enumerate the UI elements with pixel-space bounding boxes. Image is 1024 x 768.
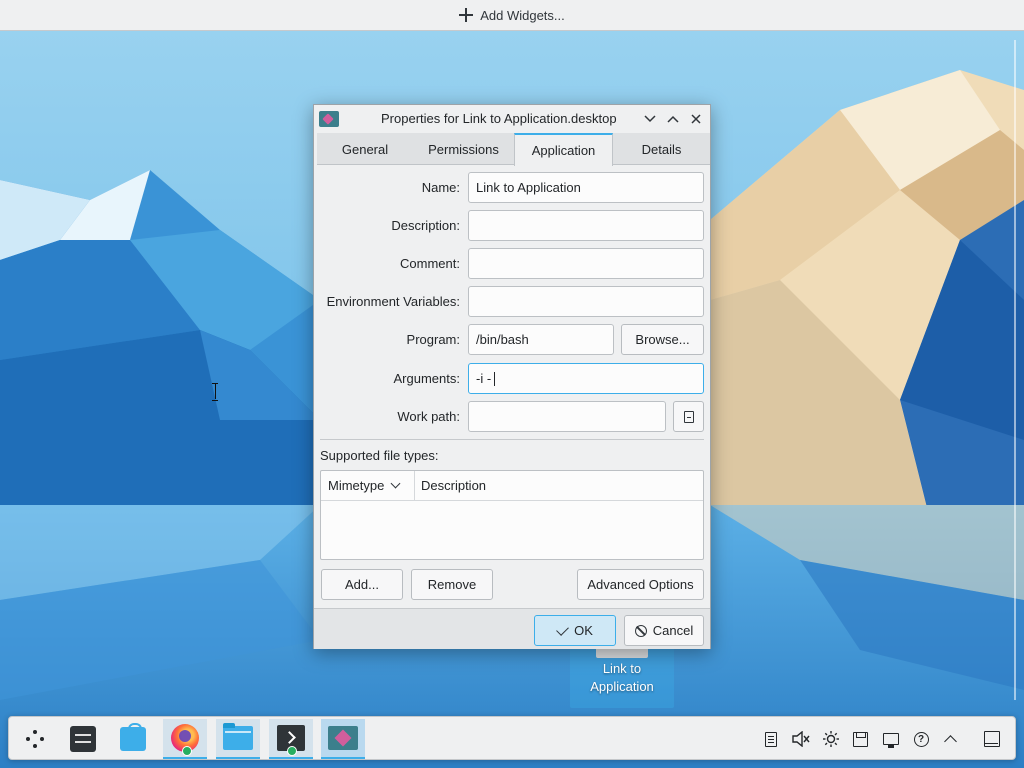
plus-icon [459,8,474,22]
dialog-button-box: OK Cancel [314,608,710,649]
taskbar-properties-dialog[interactable] [321,719,365,759]
taskbar-firefox[interactable] [163,719,207,759]
add-button[interactable]: Add... [321,569,403,600]
name-row: Name: Link to Application [314,172,710,204]
description-column-header[interactable]: Description [415,471,703,500]
text-caret [494,371,496,386]
work-path-label: Work path: [397,409,460,424]
network-icon [883,733,899,748]
name-label: Name: [421,180,460,195]
expand-tray-button[interactable] [940,729,960,749]
chevron-up-icon [667,115,679,123]
arguments-value: -i - [476,371,492,386]
show-desktop-icon [984,731,1000,747]
advanced-options-button[interactable]: Advanced Options [577,569,704,600]
separator [320,439,704,440]
taskbar-discover[interactable] [111,719,155,759]
desktop-link-icon [328,726,358,750]
mimetype-table-header: Mimetype Description [321,471,703,501]
env-vars-input[interactable] [468,286,704,317]
description-row: Description: [314,210,710,242]
add-widgets-label: Add Widgets... [480,7,565,23]
cancel-button[interactable]: Cancel [624,615,704,646]
tab-permissions[interactable]: Permissions [413,133,514,165]
desktop-link-icon [319,111,339,127]
disks-icon [852,731,868,747]
system-settings-icon [70,726,96,752]
dialog-titlebar[interactable]: Properties for Link to Application.deskt… [314,105,710,133]
help-tray-button[interactable]: ? [911,729,931,749]
tab-bar: General Permissions Application Details [317,133,710,166]
arguments-input[interactable]: -i - [468,363,704,394]
supported-file-types-label: Supported file types: [320,448,439,463]
maximize-button[interactable] [664,110,682,128]
arguments-label: Arguments: [393,371,460,386]
desktop-icon-label-line1: Link to [602,661,642,676]
dialog-title: Properties for Link to Application.deskt… [381,111,617,126]
tab-application[interactable]: Application [514,133,613,166]
close-icon [691,114,701,124]
comment-label: Comment: [400,256,460,271]
application-launcher-button[interactable] [13,719,57,759]
taskbar-dolphin[interactable] [216,719,260,759]
name-input[interactable]: Link to Application [468,172,704,203]
cancel-icon [634,624,647,637]
chevron-down-icon [390,478,401,489]
properties-dialog: Properties for Link to Application.deskt… [313,104,711,649]
comment-row: Comment: [314,248,710,280]
disks-tray-button[interactable] [850,729,870,749]
volume-tray-button[interactable] [791,729,811,749]
desktop-icon-label-line2: Application [590,679,654,694]
clipboard-tray-button[interactable] [761,729,781,749]
ok-button[interactable]: OK [534,615,616,646]
close-button[interactable] [687,110,705,128]
work-path-row: Work path: [314,401,710,433]
badge-icon [182,746,192,756]
work-path-input[interactable] [468,401,666,432]
description-input[interactable] [468,210,704,241]
mimetype-column-header[interactable]: Mimetype [321,471,415,500]
mimetype-table[interactable]: Mimetype Description [320,470,704,560]
help-icon: ? [913,731,929,747]
desktop-edge-indicator [1014,40,1016,700]
taskbar-konsole[interactable] [269,719,313,759]
brightness-tray-button[interactable] [821,729,841,749]
show-desktop-button[interactable] [982,729,1002,749]
dolphin-file-manager-icon [223,723,253,750]
volume-muted-icon [792,731,810,747]
add-widgets-button[interactable]: Add Widgets... [459,8,565,23]
program-row: Program: /bin/bash Browse... [314,324,710,356]
application-launcher-icon [24,728,46,750]
taskbar: ? [8,716,1016,760]
comment-input[interactable] [468,248,704,279]
desktop-icon-link-to-application[interactable]: Link to Application [570,640,674,708]
arguments-row: Arguments: -i - [314,363,710,395]
env-vars-row: Environment Variables: [314,286,710,318]
minimize-button[interactable] [641,110,659,128]
tab-general[interactable]: General [317,133,413,165]
ibeam-cursor [212,383,218,401]
remove-button[interactable]: Remove [411,569,493,600]
description-label: Description: [391,218,460,233]
network-tray-button[interactable] [881,729,901,749]
tab-details[interactable]: Details [613,133,710,165]
open-file-dialog-button[interactable] [673,401,704,432]
env-vars-label: Environment Variables: [326,294,460,309]
program-label: Program: [406,332,460,347]
top-panel: Add Widgets... [0,0,1024,31]
chevron-down-icon [644,115,656,123]
checkmark-icon [556,622,569,636]
expand-tray-icon [943,735,957,748]
browse-button[interactable]: Browse... [621,324,704,355]
discover-icon [120,723,146,751]
taskbar-system-settings[interactable] [61,719,105,759]
clipboard-icon [765,731,777,747]
badge-icon [287,746,297,756]
brightness-icon [823,731,839,747]
document-open-icon [683,410,694,423]
program-input[interactable]: /bin/bash [468,324,614,355]
